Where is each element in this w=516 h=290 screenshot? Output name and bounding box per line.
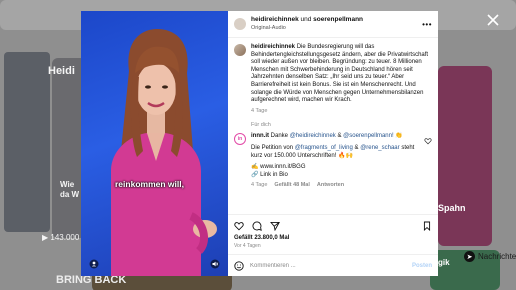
author-link-1[interactable]: heidireichinnek xyxy=(251,16,299,23)
comment-icon[interactable] xyxy=(252,221,262,231)
comment-text-2a: Die Petition von xyxy=(251,144,294,151)
share-icon[interactable] xyxy=(270,221,280,231)
post-panel: heidireichinnek und soerenpellmann Origi… xyxy=(228,11,438,276)
post-date: Vor 4 Tagen xyxy=(234,243,261,249)
mention-link[interactable]: @soerenpellmann! xyxy=(343,133,393,139)
and-word: und xyxy=(300,16,312,23)
user-tag-icon[interactable] xyxy=(89,259,99,269)
mention-link[interactable]: @fragments_of_living xyxy=(295,145,353,151)
comment-age: 4 Tage xyxy=(251,182,268,189)
comment-text-1a: Danke xyxy=(270,133,289,140)
comment-meta: 4 Tage Gefällt 48 Mal Antworten xyxy=(251,182,419,190)
caption-author[interactable]: heidireichinnek xyxy=(251,44,295,50)
background-tile-caption: Wie da W xyxy=(60,180,80,199)
reply-button[interactable]: Antworten xyxy=(317,182,344,190)
background-tile-left[interactable] xyxy=(4,52,50,232)
comment-body: innn.it Danke @heidireichinnek & @soeren… xyxy=(251,133,419,190)
more-options-icon[interactable]: ••• xyxy=(422,20,432,29)
background-tile-right-caption-2: gik xyxy=(438,258,450,267)
messages-button[interactable]: ➤ Nachrichten xyxy=(464,251,516,262)
innn-logo-icon: in xyxy=(237,136,243,143)
emoji-icon[interactable] xyxy=(234,260,244,271)
heart-icon[interactable] xyxy=(234,221,244,231)
petition-link-line[interactable]: ✍️ www.innn.it/BGG xyxy=(251,164,419,172)
comment-author[interactable]: innn.it xyxy=(251,133,269,139)
comment-heart-icon[interactable] xyxy=(424,137,432,145)
post-header-text: heidireichinnek und soerenpellmann Origi… xyxy=(251,16,363,32)
bookmark-icon[interactable] xyxy=(422,221,432,231)
post-caption-body: heidireichinnek Die Bundesregierung will… xyxy=(251,44,432,115)
comment-text-1b: & xyxy=(337,133,342,140)
comment-likes[interactable]: Gefällt 48 Mal xyxy=(274,182,309,190)
for-you-label[interactable]: Für dich xyxy=(251,122,432,128)
caption-text: Die Bundesregierung will das Behinderten… xyxy=(251,44,429,104)
send-icon: ➤ xyxy=(464,251,475,262)
mention-link[interactable]: @heidireichinnek xyxy=(290,133,336,139)
author-link-2[interactable]: soerenpellmann xyxy=(313,16,363,23)
audio-label[interactable]: Original-Audio xyxy=(251,24,363,32)
comment-input[interactable] xyxy=(250,262,406,269)
bio-link-line: 🔗 Link in Bio xyxy=(251,171,288,178)
clap-emoji: 👏 xyxy=(395,133,403,140)
background-tile-right[interactable] xyxy=(438,66,492,246)
post-comment-button[interactable]: Posten xyxy=(412,263,432,269)
like-count[interactable]: Gefällt 23.800,0 Mal xyxy=(228,233,438,241)
post-authors: heidireichinnek und soerenpellmann xyxy=(251,16,363,24)
post-modal: reinkommen will, heidireichinnek und soe… xyxy=(81,11,438,276)
close-icon[interactable] xyxy=(486,13,500,27)
reel-video[interactable]: reinkommen will, xyxy=(81,11,228,276)
author-avatar[interactable] xyxy=(234,18,246,30)
messages-label: Nachrichten xyxy=(478,252,516,261)
comment-scroll-area[interactable]: heidireichinnek Die Bundesregierung will… xyxy=(228,38,438,214)
caption-author-avatar[interactable] xyxy=(234,44,246,56)
background-tile-right-caption: Spahn xyxy=(438,203,466,213)
comment-text-2b: & xyxy=(354,144,359,151)
comment-author-avatar[interactable]: in xyxy=(234,133,246,146)
fire-emoji: 🔥🙌 xyxy=(338,152,353,159)
mute-icon[interactable] xyxy=(210,259,220,269)
comment-composer: Posten xyxy=(228,254,438,276)
post-header: heidireichinnek und soerenpellmann Origi… xyxy=(228,11,438,38)
views-count: 143.000 xyxy=(50,233,80,242)
mention-link[interactable]: @rene_schaar xyxy=(360,145,399,151)
person-illustration xyxy=(111,29,217,276)
video-caption: reinkommen will, xyxy=(115,179,184,189)
background-tile-title: Heidi xyxy=(48,65,75,77)
comment-item: in innn.it Danke @heidireichinnek & @soe… xyxy=(234,133,432,190)
action-bar xyxy=(228,214,438,233)
post-caption: heidireichinnek Die Bundesregierung will… xyxy=(234,44,432,115)
background-tile-views: ▶ 143.000 xyxy=(42,233,80,242)
caption-age: 4 Tage xyxy=(251,107,268,114)
